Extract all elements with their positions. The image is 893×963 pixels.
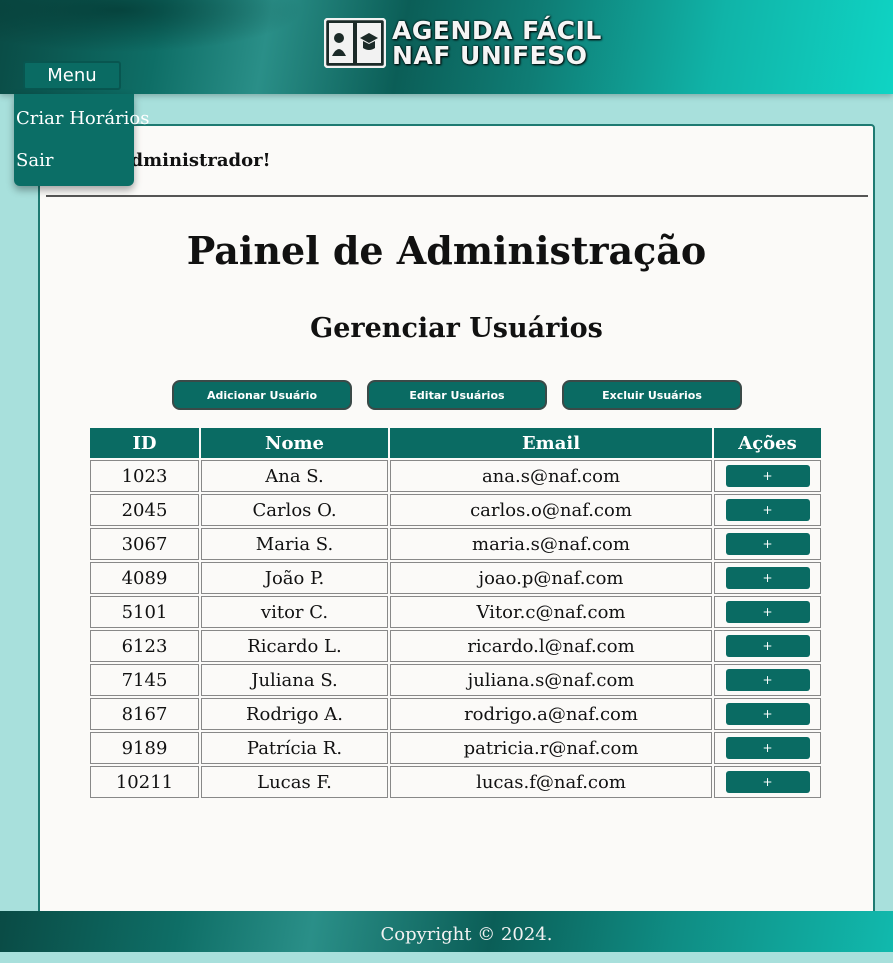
logo-subtitle: NAF UNIFESO [392,41,588,70]
row-action-button[interactable]: + [725,669,810,691]
cell-acoes: + [714,460,821,492]
row-action-button[interactable]: + [725,635,810,657]
cell-acoes: + [714,732,821,764]
section-title: Gerenciar Usuários [310,313,603,344]
cell-email: ana.s@naf.com [390,460,712,492]
cell-email: carlos.o@naf.com [390,494,712,526]
cell-email: rodrigo.a@naf.com [390,698,712,730]
cell-id: 4089 [90,562,199,594]
menu-dropdown: Criar Horários Sair [14,94,150,186]
cell-email: maria.s@naf.com [390,528,712,560]
cell-acoes: + [714,494,821,526]
table-row: 8167 Rodrigo A. rodrigo.a@naf.com + [90,698,821,730]
row-action-button[interactable]: + [725,737,810,759]
cell-id: 10211 [90,766,199,798]
cell-email: ricardo.l@naf.com [390,630,712,662]
table-body: 1023 Ana S. ana.s@naf.com +2045 Carlos O. car… [90,460,821,798]
cell-email: joao.p@naf.com [390,562,712,594]
cell-acoes: + [714,664,821,696]
cell-nome: Juliana S. [201,664,388,696]
edit-users-button[interactable]: Editar Usuários [367,380,547,410]
column-header-acoes: Ações [714,428,821,458]
cell-acoes: + [714,766,821,798]
table-header-row: ID Nome Email Ações [90,428,821,458]
users-table: ID Nome Email Ações 1023 Ana S. ana.s@naf.… [88,426,823,800]
cell-nome: Ricardo L. [201,630,388,662]
cell-nome: Rodrigo A. [201,698,388,730]
column-header-nome: Nome [201,428,388,458]
menu-item-criar-horarios[interactable]: Criar Horários [16,108,150,129]
cell-id: 6123 [90,630,199,662]
cell-nome: Ana S. [201,460,388,492]
row-action-button[interactable]: + [725,499,810,521]
table-row: 6123 Ricardo L. ricardo.l@naf.com + [90,630,821,662]
cell-acoes: + [714,528,821,560]
table-row: 3067 Maria S. maria.s@naf.com + [90,528,821,560]
row-action-button[interactable]: + [725,567,810,589]
cell-id: 5101 [90,596,199,628]
cell-acoes: + [714,562,821,594]
cell-nome: Lucas F. [201,766,388,798]
book-logo-icon [324,18,386,68]
site-logo[interactable]: AGENDA FÁCIL NAF UNIFESO [324,18,601,70]
cell-id: 2045 [90,494,199,526]
table-row: 1023 Ana S. ana.s@naf.com + [90,460,821,492]
cell-nome: vitor C. [201,596,388,628]
cell-email: juliana.s@naf.com [390,664,712,696]
row-action-button[interactable]: + [725,771,810,793]
cell-nome: João P. [201,562,388,594]
cell-id: 1023 [90,460,199,492]
cell-id: 7145 [90,664,199,696]
delete-users-button[interactable]: Excluir Usuários [562,380,742,410]
row-action-button[interactable]: + [725,601,810,623]
cell-email: lucas.f@naf.com [390,766,712,798]
cell-id: 8167 [90,698,199,730]
menu-button[interactable]: Menu [23,61,121,90]
column-header-email: Email [390,428,712,458]
cell-acoes: + [714,630,821,662]
table-row: 9189 Patrícia R. patricia.r@naf.com + [90,732,821,764]
cell-acoes: + [714,596,821,628]
cell-nome: Maria S. [201,528,388,560]
row-action-button[interactable]: + [725,465,810,487]
cell-acoes: + [714,698,821,730]
cell-email: patricia.r@naf.com [390,732,712,764]
cell-email: Vitor.c@naf.com [390,596,712,628]
menu-item-sair[interactable]: Sair [16,150,53,171]
cell-id: 9189 [90,732,199,764]
column-header-id: ID [90,428,199,458]
table-row: 4089 João P. joao.p@naf.com + [90,562,821,594]
cell-nome: Patrícia R. [201,732,388,764]
row-action-button[interactable]: + [725,533,810,555]
site-header: AGENDA FÁCIL NAF UNIFESO Menu [0,0,893,94]
cell-id: 3067 [90,528,199,560]
table-row: 2045 Carlos O. carlos.o@naf.com + [90,494,821,526]
row-action-button[interactable]: + [725,703,810,725]
logo-title: AGENDA FÁCIL [392,16,602,45]
site-footer: Copyright © 2024. [0,911,893,952]
table-row: 10211 Lucas F. lucas.f@naf.com + [90,766,821,798]
add-user-button[interactable]: Adicionar Usuário [172,380,352,410]
page-title: Painel de Administração [186,228,707,273]
divider [46,195,868,197]
copyright-text: Copyright © 2024. [380,924,553,945]
table-row: 5101 vitor C. Vitor.c@naf.com + [90,596,821,628]
table-row: 7145 Juliana S. juliana.s@naf.com + [90,664,821,696]
cell-nome: Carlos O. [201,494,388,526]
